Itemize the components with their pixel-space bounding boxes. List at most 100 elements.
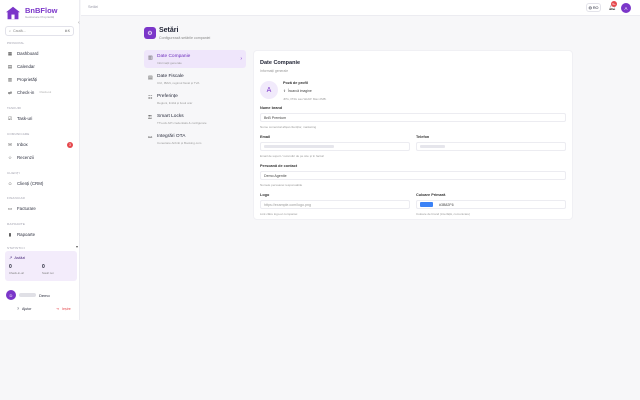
stat-value-checkins: 0 bbox=[9, 264, 12, 270]
brand-name-label: Nume brand bbox=[260, 106, 283, 110]
sidebar-item-inbox[interactable]: ✉ Inbox 3 bbox=[7, 141, 73, 148]
language-selector[interactable]: ◍ RO bbox=[586, 3, 601, 12]
checkin-icon: ⇄ bbox=[8, 89, 12, 95]
tab-label: Date Fiscale bbox=[157, 74, 184, 79]
inbox-badge: 3 bbox=[67, 141, 73, 148]
sidebar-item-calendar[interactable]: ▤ Calendar bbox=[7, 63, 73, 70]
help-label: Ajutor bbox=[22, 307, 32, 311]
stat-value-arrivals: 0 bbox=[42, 264, 45, 270]
tab-company-data[interactable]: ▥ Date Companie Informații generale › bbox=[144, 50, 246, 68]
email-input[interactable] bbox=[260, 142, 410, 151]
avatar: D bbox=[6, 290, 16, 300]
search-input[interactable]: ⌕ Caută... ⌘K bbox=[5, 26, 74, 36]
email-label: Email bbox=[260, 135, 271, 139]
section-financiar: Financiar bbox=[7, 196, 25, 200]
primary-color-input[interactable]: #3B82F6 bbox=[416, 200, 566, 209]
collapse-sidebar-icon[interactable]: ‹ bbox=[78, 20, 80, 26]
sidebar-item-label: Check-in bbox=[17, 90, 35, 95]
search-shortcut: ⌘K bbox=[64, 29, 70, 33]
lock-icon: ⚿ bbox=[148, 115, 152, 121]
primary-color-hint: Culoare de brand (interfață, comunicare) bbox=[416, 212, 471, 216]
tab-fiscal-data[interactable]: ▤ Date Fiscale CUI, IBAN, regimul fiscal… bbox=[144, 70, 246, 88]
contact-person-label: Persoană de contact bbox=[260, 164, 298, 168]
tab-smart-locks[interactable]: ⚿ Smart Locks TTLock API credentials & c… bbox=[144, 110, 246, 128]
page-subtitle: Configurează setările companiei bbox=[159, 36, 211, 40]
email-hint: Email de suport / rezervări de pe site ș… bbox=[260, 154, 325, 158]
primary-color-label: Culoare Primară bbox=[416, 193, 446, 197]
sidebar-item-tasks[interactable]: ☑ Task-uri bbox=[7, 115, 73, 122]
stat-label-checkins: Check-in-uri bbox=[9, 271, 25, 275]
settings-gear-icon: ⚙ bbox=[144, 27, 156, 39]
sidebar-item-label: Facturare bbox=[17, 206, 36, 211]
profile-photo-label: Poză de profil bbox=[283, 81, 308, 85]
app-tagline: Gestionare Proprietăți bbox=[25, 15, 55, 19]
sidebar-item-label: Task-uri bbox=[17, 116, 33, 121]
section-comunicare: Comunicare bbox=[7, 132, 30, 136]
house-logo-icon bbox=[6, 6, 20, 20]
sidebar-item-reports[interactable]: ▮ Rapoarte bbox=[7, 231, 73, 238]
sidebar-item-properties[interactable]: ▥ Proprietăți bbox=[7, 76, 73, 83]
email-value-redacted bbox=[264, 145, 334, 148]
users-icon: ☺ bbox=[7, 181, 13, 186]
building-icon: ▥ bbox=[7, 76, 13, 82]
sidebar-item-dashboard[interactable]: ▦ Dashboard bbox=[7, 50, 73, 57]
tab-preferences[interactable]: ☷ Preferințe Regiuni, limbă și fusul ora… bbox=[144, 90, 246, 108]
tab-sublabel: Conectare Airbnb și Booking.com bbox=[157, 141, 202, 145]
logo-url-input[interactable]: https://example.com/logo.png bbox=[260, 200, 410, 209]
stats-title-label: Astăzi bbox=[14, 255, 26, 260]
logo-url-hint: Link către logo-ul companiei bbox=[260, 212, 298, 216]
section-statistici: Statistici bbox=[7, 246, 25, 250]
tab-sublabel: CUI, IBAN, regimul fiscal și TVA bbox=[157, 81, 200, 85]
section-principal: Principal bbox=[7, 41, 25, 45]
company-logo-placeholder: A bbox=[260, 81, 278, 99]
phone-input[interactable] bbox=[416, 142, 566, 151]
sidebar-item-reviews[interactable]: ☆ Recenzii bbox=[7, 154, 73, 161]
panel-subtitle: Informații generale bbox=[260, 69, 289, 73]
globe-icon: ◍ bbox=[588, 6, 592, 10]
tab-sublabel: TTLock API credentials & configurare bbox=[157, 121, 207, 125]
sidebar-item-label: Clienți (CRM) bbox=[17, 181, 44, 186]
chevron-down-icon[interactable]: ▾ bbox=[76, 244, 78, 249]
help-icon: ? bbox=[17, 307, 19, 311]
user-profile[interactable]: D Demo bbox=[6, 290, 50, 300]
logout-button[interactable]: ⇥ Ieșire bbox=[56, 307, 71, 311]
sidebar-item-crm[interactable]: ☺ Clienți (CRM) bbox=[7, 180, 73, 187]
sidebar-item-checkin[interactable]: ⇄ Check-in Check-out bbox=[7, 89, 73, 96]
sidebar-item-invoicing[interactable]: ▭ Facturare bbox=[7, 205, 73, 212]
sidebar-item-label: Rapoarte bbox=[17, 232, 36, 237]
sidebar-item-sublabel: Check-out bbox=[39, 91, 52, 94]
app-name: BnBFlow bbox=[25, 6, 58, 15]
breadcrumb: Setări bbox=[88, 5, 98, 9]
logout-label: Ieșire bbox=[62, 307, 71, 311]
upload-label: Încarcă imagine bbox=[287, 88, 312, 93]
building-icon: ▥ bbox=[148, 55, 153, 61]
notification-badge: 9+ bbox=[611, 1, 617, 7]
chevron-right-icon: › bbox=[240, 56, 242, 62]
sidebar-item-label: Calendar bbox=[17, 64, 35, 69]
user-name: Demo bbox=[39, 292, 50, 298]
sidebar-item-label: Inbox bbox=[17, 142, 28, 147]
section-clienti: Clienți bbox=[7, 171, 20, 175]
tab-ota-integrations[interactable]: ⚯ Integrări OTA Conectare Airbnb și Book… bbox=[144, 130, 246, 148]
color-swatch[interactable] bbox=[420, 202, 433, 207]
help-button[interactable]: ? Ajutor bbox=[17, 307, 31, 311]
tab-label: Integrări OTA bbox=[157, 134, 186, 139]
search-icon: ⌕ bbox=[9, 29, 12, 33]
brand-name-hint: Nume comercial afișat clienților, market… bbox=[260, 125, 317, 129]
fiscal-icon: ▤ bbox=[148, 75, 153, 81]
brand[interactable]: BnBFlow Gestionare Proprietăți bbox=[5, 6, 58, 20]
company-data-panel: Date Companie Informații generale A Poză… bbox=[253, 50, 573, 220]
today-stats-card: ↗ Astăzi 0 Check-in-uri 0 Sosiri noi bbox=[5, 251, 77, 281]
contact-person-input[interactable]: Demo Agentie bbox=[260, 171, 566, 180]
tab-label: Preferințe bbox=[157, 94, 178, 99]
upload-icon: ⇪ bbox=[283, 88, 286, 93]
tab-sublabel: Regiuni, limbă și fusul orar bbox=[157, 101, 193, 105]
calendar-icon: ▤ bbox=[7, 63, 13, 69]
upload-image-button[interactable]: ⇪ Încarcă imagine bbox=[283, 87, 312, 94]
logo-url-label: Logo bbox=[260, 193, 270, 197]
brand-name-input[interactable]: BnB Premium bbox=[260, 113, 566, 122]
invoice-icon: ▭ bbox=[7, 205, 13, 211]
user-avatar[interactable]: A bbox=[621, 3, 631, 13]
search-placeholder: Caută... bbox=[13, 29, 26, 33]
link-icon: ⚯ bbox=[148, 135, 153, 141]
